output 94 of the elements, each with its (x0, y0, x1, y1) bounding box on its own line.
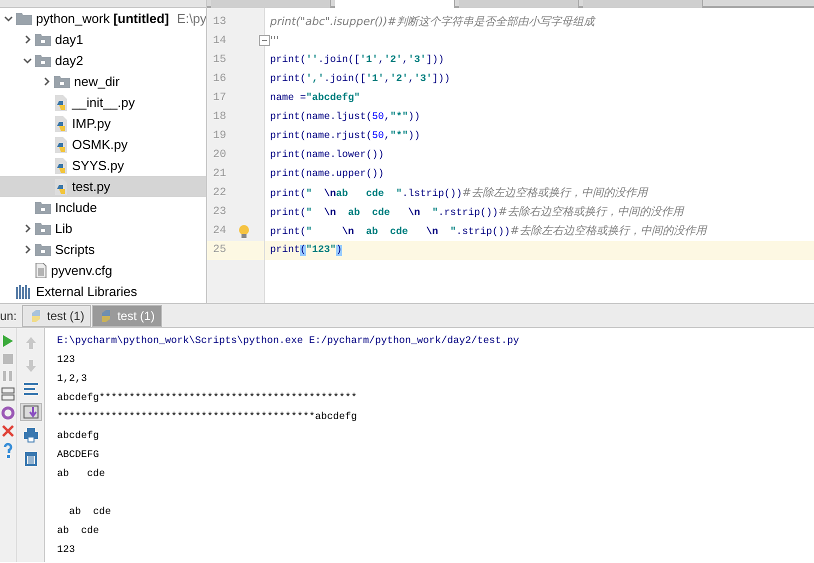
code-line: print(" \n ab cde \n ".strip())#去除左右边空格或换行，中间的没作用 (270, 223, 706, 240)
tree-item[interactable]: test.py (0, 176, 206, 197)
tree-item[interactable]: pyvenv.cfg (0, 260, 206, 281)
python-file-icon (54, 94, 68, 110)
line-number: 14 (213, 34, 226, 50)
folder-icon (35, 201, 51, 214)
folder-icon (35, 243, 51, 256)
console-output: abcdefg******************************************* (57, 392, 358, 406)
tree-label: SYYS.py (72, 156, 124, 175)
folder-icon (35, 222, 51, 235)
layout-icon[interactable] (1, 387, 15, 401)
line-number: 19 (213, 129, 226, 144)
line-number: 24 (213, 224, 226, 240)
tree-label: day1 (55, 30, 84, 49)
fold-icon[interactable] (259, 35, 270, 46)
stop-icon[interactable] (2, 353, 14, 365)
scroll-to-end-icon (22, 404, 38, 420)
python-file-icon (54, 158, 68, 174)
tree-item[interactable]: SYYS.py (0, 155, 206, 176)
code-line: print(" \nab cde ".lstrip())#去除左边空格或换行，中间的没作用 (270, 185, 648, 202)
close-icon[interactable] (2, 425, 14, 437)
tree-item[interactable]: Lib (0, 218, 206, 239)
run-tab[interactable]: test (1) (22, 304, 92, 326)
print-icon[interactable] (22, 427, 38, 443)
text-file-icon (35, 263, 47, 278)
folder-icon (35, 54, 51, 67)
tree-item[interactable]: Include (0, 197, 206, 218)
console-output: 123 (57, 354, 76, 368)
tree-item[interactable]: __init__.py (0, 92, 206, 113)
pause-icon[interactable] (2, 370, 14, 382)
tree-item[interactable]: IMP.py (0, 113, 206, 134)
tree-label: Include (55, 198, 97, 217)
folder-icon (16, 12, 32, 25)
library-icon (16, 284, 32, 298)
line-number: 15 (213, 53, 226, 68)
code-line: print(name.ljust(50,"*")) (270, 110, 420, 125)
console-output: ab cde (57, 524, 100, 539)
console-output: 123 (57, 544, 76, 558)
tree-label: new_dir (74, 72, 120, 91)
tree-item[interactable]: day1 (0, 29, 206, 50)
help-icon[interactable] (3, 442, 13, 458)
tree-label: python_work [untitled] (36, 10, 169, 28)
console-output: *******************************************abcdefg (57, 410, 358, 425)
scroll-to-end-button[interactable] (20, 403, 42, 421)
line-number: 16 (213, 72, 226, 88)
python-icon (29, 308, 43, 322)
console-output: ABCDEFG (57, 449, 100, 463)
python-file-icon (54, 178, 68, 194)
tree-item[interactable]: External Libraries (0, 281, 206, 302)
line-number: 25 (213, 243, 226, 258)
python-file-icon (54, 136, 68, 152)
line-number: 22 (213, 186, 226, 202)
soft-wrap-icon[interactable] (22, 381, 38, 397)
tree-label: IMP.py (72, 114, 111, 133)
code-line: print(name.lower()) (270, 148, 384, 163)
console-output: ab cde (68, 506, 112, 520)
command-line-text: E:\pycharm\python_work\Scripts\python.exe E:/pycharm/python_work/day2/test.py (57, 334, 520, 349)
lightbulb-icon[interactable] (238, 224, 250, 239)
folder-icon (35, 33, 51, 46)
tree-item[interactable]: OSMK.py (0, 134, 206, 155)
line-number: 18 (213, 110, 226, 126)
tree-label: test.py (72, 178, 110, 196)
tree-item[interactable]: new_dir (0, 71, 206, 92)
code-line: print("abc".isupper())#判断这个字符串是否全部由小写字母组成 (270, 14, 595, 30)
trash-icon[interactable] (24, 450, 38, 466)
console-output: 1,2,3 (57, 373, 88, 387)
line-number: 13 (213, 15, 226, 30)
run-icon[interactable] (2, 334, 14, 348)
run-label: un: (0, 308, 18, 324)
python-file-icon (54, 116, 68, 132)
code-line: name ="abcdefg" (270, 92, 360, 106)
tree-label: External Libraries (36, 282, 138, 301)
line-number: 21 (213, 167, 226, 182)
tree-label: pyvenv.cfg (51, 262, 112, 280)
tree-label: __init__.py (72, 94, 135, 112)
console-output: ab cde (57, 468, 106, 482)
code-line: print(''.join(['1','2','3'])) (270, 54, 444, 68)
line-number: 20 (213, 148, 226, 164)
console-output: abcdefg (57, 430, 100, 444)
code-line: print(','.join(['1','2','3'])) (270, 72, 450, 87)
line-number: 23 (213, 205, 226, 220)
tree-label: Lib (55, 220, 72, 238)
code-line: print("123") (270, 244, 342, 258)
tree-item[interactable]: day2 (0, 50, 206, 71)
tree-label: Scripts (55, 240, 95, 259)
code-line: print(name.rjust(50,"*")) (270, 130, 420, 144)
tree-item[interactable]: Scripts (0, 239, 206, 260)
code-line: print(name.upper()) (270, 168, 384, 182)
folder-icon (54, 75, 70, 88)
code-line: print(" \n ab cde \n ".rstrip())#去除右边空格或换行，中间的没作用 (270, 204, 684, 221)
code-line: ''' (270, 33, 280, 49)
line-number: 17 (213, 91, 226, 106)
tree-label: day2 (55, 52, 84, 70)
tree-label: OSMK.py (72, 136, 128, 154)
